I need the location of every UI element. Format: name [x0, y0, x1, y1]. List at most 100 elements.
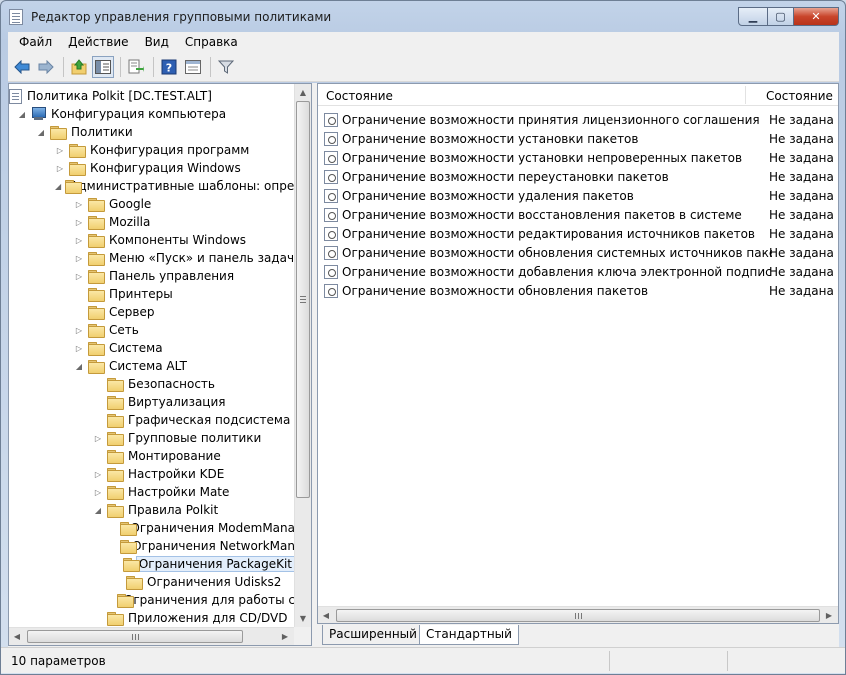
- expanded-arrow-icon[interactable]: ◢: [74, 361, 84, 371]
- back-button[interactable]: [11, 56, 33, 78]
- up-folder-icon: [71, 58, 87, 74]
- collapsed-arrow-icon[interactable]: ▷: [74, 271, 84, 281]
- tree-item[interactable]: ▷ Групповые политики: [9, 429, 295, 447]
- tree-item[interactable]: Виртуализация: [9, 393, 295, 411]
- scroll-down-icon[interactable]: ▼: [295, 610, 311, 627]
- close-button[interactable]: ✕: [793, 7, 839, 26]
- tree-item[interactable]: ▷ Система: [9, 339, 295, 357]
- tree-item[interactable]: ▷ Панель управления: [9, 267, 295, 285]
- tab-standard[interactable]: Стандартный: [419, 625, 519, 645]
- collapsed-arrow-icon[interactable]: ▷: [74, 325, 84, 335]
- setting-name: Ограничение возможности обновления пакет…: [342, 283, 649, 298]
- collapsed-arrow-icon[interactable]: ▷: [55, 163, 65, 173]
- no-expander: [93, 613, 103, 623]
- column-divider[interactable]: [745, 86, 746, 104]
- expanded-arrow-icon[interactable]: ◢: [55, 181, 61, 191]
- export-list-button[interactable]: [125, 56, 147, 78]
- filter-button[interactable]: [215, 56, 237, 78]
- expanded-arrow-icon[interactable]: ◢: [17, 109, 27, 119]
- list-hscroll-thumb[interactable]: [336, 609, 820, 622]
- tree-item[interactable]: Ограничения NetworkMan: [9, 537, 295, 555]
- tree-item[interactable]: Ограничения для работы с: [9, 591, 295, 609]
- tree-item[interactable]: ▷ Сеть: [9, 321, 295, 339]
- setting-row[interactable]: Ограничение возможности редактирования и…: [318, 224, 834, 243]
- tree-hscroll-thumb[interactable]: [27, 630, 243, 643]
- collapsed-arrow-icon[interactable]: ▷: [74, 199, 84, 209]
- console-tree: Политика Polkit [DC.TEST.ALT] ◢ Конфигурац…: [8, 83, 312, 646]
- policy-setting-icon: [324, 188, 338, 203]
- tree-item[interactable]: ▷ Google: [9, 195, 295, 213]
- menu-help[interactable]: Справка: [177, 35, 246, 49]
- setting-row[interactable]: Ограничение возможности принятия лицензи…: [318, 110, 834, 129]
- collapsed-arrow-icon[interactable]: ▷: [93, 469, 103, 479]
- show-hide-tree-button[interactable]: [92, 55, 114, 78]
- tree-item[interactable]: ◢ Правила Polkit: [9, 501, 295, 519]
- tree-vscroll-thumb[interactable]: [296, 101, 310, 498]
- extended-view-button[interactable]: [182, 56, 204, 78]
- folder-icon: [107, 449, 124, 464]
- tree-horizontal-scrollbar[interactable]: ◀ ▶: [9, 627, 295, 645]
- tree-item[interactable]: Монтирование: [9, 447, 295, 465]
- setting-row[interactable]: Ограничение возможности восстановления п…: [318, 205, 834, 224]
- column-header-state[interactable]: Состояние: [766, 89, 833, 103]
- gpo-editor-icon: [9, 9, 23, 25]
- tree-item[interactable]: Политика Polkit [DC.TEST.ALT]: [9, 87, 295, 105]
- tab-extended[interactable]: Расширенный: [322, 625, 424, 645]
- setting-row[interactable]: Ограничение возможности установки пакето…: [318, 129, 834, 148]
- scroll-left-icon[interactable]: ◀: [318, 607, 334, 623]
- collapsed-arrow-icon[interactable]: ▷: [74, 235, 84, 245]
- tree-item[interactable]: ◢ Конфигурация компьютера: [9, 105, 295, 123]
- setting-row[interactable]: Ограничение возможности обновления систе…: [318, 243, 834, 262]
- tree-item[interactable]: ▷ Меню «Пуск» и панель задач: [9, 249, 295, 267]
- tree-item[interactable]: Принтеры: [9, 285, 295, 303]
- setting-row[interactable]: Ограничение возможности установки непров…: [318, 148, 834, 167]
- help-button[interactable]: ?: [158, 56, 180, 78]
- tree-item[interactable]: Ограничения ModemMana: [9, 519, 295, 537]
- setting-row[interactable]: Ограничение возможности удаления пакетов…: [318, 186, 834, 205]
- tree-item[interactable]: Графическая подсистема: [9, 411, 295, 429]
- scroll-up-icon[interactable]: ▲: [295, 84, 311, 101]
- tree-item[interactable]: ▷ Настройки Mate: [9, 483, 295, 501]
- tree-vertical-scrollbar[interactable]: ▲ ▼: [294, 84, 311, 627]
- setting-row[interactable]: Ограничение возможности обновления пакет…: [318, 281, 834, 300]
- menu-file[interactable]: Файл: [11, 35, 60, 49]
- tree-item[interactable]: Ограничения Udisks2: [9, 573, 295, 591]
- list-horizontal-scrollbar[interactable]: ◀ ▶: [318, 606, 838, 623]
- collapsed-arrow-icon[interactable]: ▷: [74, 253, 84, 263]
- scroll-right-icon[interactable]: ▶: [277, 628, 293, 645]
- forward-button[interactable]: [35, 56, 57, 78]
- tree-item[interactable]: Приложения для CD/DVD: [9, 609, 295, 627]
- collapsed-arrow-icon[interactable]: ▷: [93, 487, 103, 497]
- scroll-right-icon[interactable]: ▶: [821, 607, 837, 623]
- tree-item-label: Монтирование: [128, 449, 221, 463]
- tree-item-label: Конфигурация Windows: [90, 161, 241, 175]
- setting-row[interactable]: Ограничение возможности переустановки па…: [318, 167, 834, 186]
- tree-item[interactable]: Ограничения PackageKit: [9, 555, 295, 573]
- collapsed-arrow-icon[interactable]: ▷: [93, 433, 103, 443]
- collapsed-arrow-icon[interactable]: ▷: [74, 217, 84, 227]
- tree-item[interactable]: Сервер: [9, 303, 295, 321]
- tree-item[interactable]: ▷ Конфигурация Windows: [9, 159, 295, 177]
- tree-item[interactable]: ▷ Настройки KDE: [9, 465, 295, 483]
- tree-item[interactable]: ◢ Политики: [9, 123, 295, 141]
- minimize-button[interactable]: ▁: [738, 7, 768, 26]
- expanded-arrow-icon[interactable]: ◢: [93, 505, 103, 515]
- menu-action[interactable]: Действие: [60, 35, 136, 49]
- menu-view[interactable]: Вид: [137, 35, 177, 49]
- maximize-button[interactable]: ▢: [767, 7, 794, 26]
- tree-item[interactable]: ▷ Компоненты Windows: [9, 231, 295, 249]
- folder-icon: [120, 539, 137, 554]
- scroll-left-icon[interactable]: ◀: [9, 628, 25, 645]
- tree-item[interactable]: ▷ Mozilla: [9, 213, 295, 231]
- setting-row[interactable]: Ограничение возможности добавления ключа…: [318, 262, 834, 281]
- expanded-arrow-icon[interactable]: ◢: [36, 127, 46, 137]
- tree-item[interactable]: ▷ Конфигурация программ: [9, 141, 295, 159]
- tree-item[interactable]: ◢ Система ALT: [9, 357, 295, 375]
- up-folder-button[interactable]: [68, 56, 90, 78]
- folder-icon: [88, 287, 105, 302]
- tree-item[interactable]: ◢ Административные шаблоны: опред: [9, 177, 295, 195]
- tree-item[interactable]: Безопасность: [9, 375, 295, 393]
- collapsed-arrow-icon[interactable]: ▷: [55, 145, 65, 155]
- collapsed-arrow-icon[interactable]: ▷: [74, 343, 84, 353]
- column-header-setting[interactable]: Состояние: [326, 89, 393, 103]
